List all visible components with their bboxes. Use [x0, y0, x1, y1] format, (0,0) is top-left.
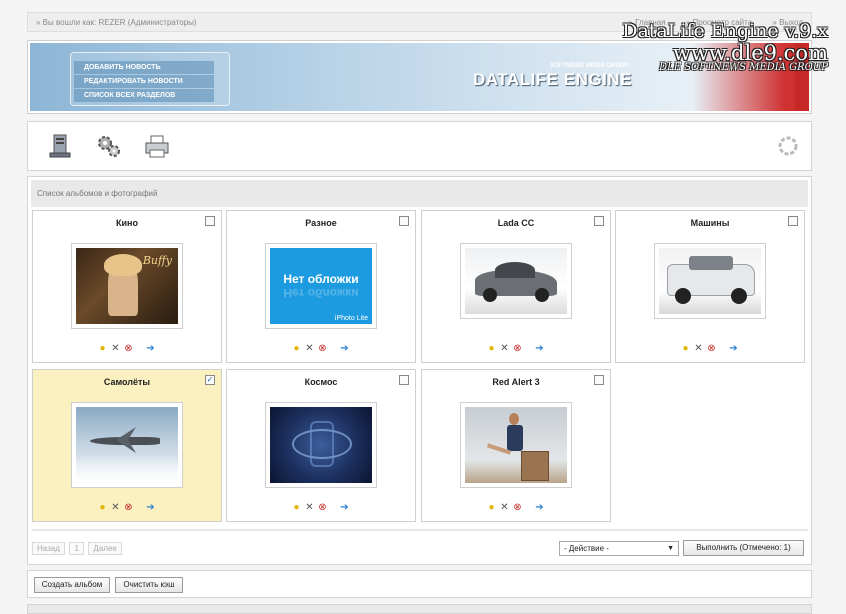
- album-title[interactable]: Кино: [33, 218, 221, 228]
- edit-tools-icon[interactable]: ✕: [499, 502, 510, 513]
- no-cover-caption: iPhoto Lite: [334, 315, 368, 322]
- banner-menu: ДОБАВИТЬ НОВОСТЬ РЕДАКТИРОВАТЬ НОВОСТИ С…: [70, 52, 230, 106]
- edit-tools-icon[interactable]: ✕: [110, 343, 121, 354]
- album-checkbox[interactable]: [399, 375, 409, 385]
- watermark-title: DataLife Engine v.9.x: [622, 20, 828, 42]
- album-checkbox[interactable]: [594, 375, 604, 385]
- delete-icon[interactable]: ⊗: [123, 502, 134, 513]
- delete-icon[interactable]: ⊗: [706, 343, 717, 354]
- album-card[interactable]: Lada CC ● ✕ ⊗ ➔: [421, 210, 611, 363]
- arrow-right-icon[interactable]: ➔: [534, 343, 545, 354]
- delete-icon[interactable]: ⊗: [512, 502, 523, 513]
- lightbulb-icon[interactable]: ●: [97, 502, 108, 513]
- watermark-group: DLE SOFTNEWS MEDIA GROUP: [659, 62, 828, 73]
- action-select-value: - Действие -: [564, 544, 609, 553]
- pager-page[interactable]: 1: [69, 542, 84, 555]
- panel-title: Список альбомов и фотографий: [31, 180, 808, 207]
- album-card[interactable]: Кино Buffy ● ✕ ⊗ ➔: [32, 210, 222, 363]
- settings-gears-icon[interactable]: [95, 132, 123, 160]
- album-checkbox[interactable]: [399, 216, 409, 226]
- toolbar: [27, 121, 812, 171]
- album-checkbox[interactable]: [788, 216, 798, 226]
- album-card[interactable]: Машины ● ✕ ⊗ ➔: [615, 210, 805, 363]
- delete-icon[interactable]: ⊗: [123, 343, 134, 354]
- album-thumbnail[interactable]: Buffy: [71, 243, 183, 329]
- album-actions: ● ✕ ⊗ ➔: [486, 343, 556, 355]
- action-select[interactable]: - Действие - ▼: [559, 541, 679, 556]
- album-actions: ● ✕ ⊗ ➔: [680, 343, 750, 355]
- edit-tools-icon[interactable]: ✕: [304, 502, 315, 513]
- album-title[interactable]: Red Alert 3: [422, 377, 610, 387]
- album-title[interactable]: Самолёты: [33, 377, 221, 387]
- thumb-caption: Buffy: [142, 254, 172, 267]
- execute-button[interactable]: Выполнить (Отмечено: 1): [683, 540, 804, 556]
- album-title[interactable]: Разное: [227, 218, 415, 228]
- chevron-down-icon: ▼: [667, 545, 674, 552]
- lightbulb-icon[interactable]: ●: [97, 343, 108, 354]
- arrow-right-icon[interactable]: ➔: [145, 343, 156, 354]
- album-thumbnail[interactable]: Нет обложки Нет обложки iPhoto Lite: [265, 243, 377, 329]
- clear-cache-button[interactable]: Очистить кэш: [115, 577, 183, 593]
- printer-icon[interactable]: [143, 132, 171, 160]
- arrow-right-icon[interactable]: ➔: [339, 502, 350, 513]
- logo: DATALIFE ENGINE: [473, 70, 632, 89]
- refresh-icon[interactable]: [777, 135, 799, 157]
- footer-strip: [27, 604, 812, 614]
- pagination: Назад 1 Далее: [32, 542, 124, 555]
- album-title[interactable]: Lada CC: [422, 218, 610, 228]
- lightbulb-icon[interactable]: ●: [486, 343, 497, 354]
- album-card[interactable]: Разное Нет обложки Нет обложки iPhoto Li…: [226, 210, 416, 363]
- arrow-right-icon[interactable]: ➔: [728, 343, 739, 354]
- arrow-right-icon[interactable]: ➔: [339, 343, 350, 354]
- watermark: DataLife Engine v.9.x www.dle9.com DLE S…: [622, 20, 828, 73]
- pager-prev[interactable]: Назад: [32, 542, 65, 555]
- delete-icon[interactable]: ⊗: [512, 343, 523, 354]
- edit-tools-icon[interactable]: ✕: [499, 343, 510, 354]
- menu-sections[interactable]: СПИСОК ВСЕХ РАЗДЕЛОВ: [74, 89, 214, 102]
- album-thumbnail[interactable]: [265, 402, 377, 488]
- delete-icon[interactable]: ⊗: [317, 343, 328, 354]
- album-thumbnail[interactable]: [460, 243, 572, 319]
- arrow-right-icon[interactable]: ➔: [145, 502, 156, 513]
- album-actions: ● ✕ ⊗ ➔: [97, 502, 167, 514]
- edit-tools-icon[interactable]: ✕: [304, 343, 315, 354]
- album-title[interactable]: Машины: [616, 218, 804, 228]
- login-status: » Вы вошли как: REZER (Администраторы): [36, 18, 197, 27]
- no-cover-text: Нет обложки: [283, 272, 359, 286]
- pager-next[interactable]: Далее: [88, 542, 122, 555]
- server-icon[interactable]: [46, 132, 74, 160]
- edit-tools-icon[interactable]: ✕: [110, 502, 121, 513]
- album-actions: ● ✕ ⊗ ➔: [291, 502, 361, 514]
- album-card[interactable]: Red Alert 3 ● ✕ ⊗ ➔: [421, 369, 611, 522]
- album-checkbox-checked[interactable]: ✓: [205, 375, 215, 385]
- album-card[interactable]: Космос ● ✕ ⊗ ➔: [226, 369, 416, 522]
- menu-edit-news[interactable]: РЕДАКТИРОВАТЬ НОВОСТИ: [74, 75, 214, 88]
- album-actions: ● ✕ ⊗ ➔: [291, 343, 361, 355]
- create-album-button[interactable]: Создать альбом: [34, 577, 110, 593]
- album-thumbnail[interactable]: [71, 402, 183, 488]
- lightbulb-icon[interactable]: ●: [291, 343, 302, 354]
- lightbulb-icon[interactable]: ●: [680, 343, 691, 354]
- bottom-bar: Создать альбом Очистить кэш: [27, 570, 812, 598]
- album-checkbox[interactable]: [594, 216, 604, 226]
- album-thumbnail[interactable]: [460, 402, 572, 488]
- delete-icon[interactable]: ⊗: [317, 502, 328, 513]
- menu-add-news[interactable]: ДОБАВИТЬ НОВОСТЬ: [74, 61, 214, 74]
- lightbulb-icon[interactable]: ●: [486, 502, 497, 513]
- lightbulb-icon[interactable]: ●: [291, 502, 302, 513]
- divider: [32, 529, 808, 531]
- arrow-right-icon[interactable]: ➔: [534, 502, 545, 513]
- album-title[interactable]: Космос: [227, 377, 415, 387]
- album-actions: ● ✕ ⊗ ➔: [97, 343, 167, 355]
- album-card-selected[interactable]: Самолёты ✓ ● ✕ ⊗ ➔: [32, 369, 222, 522]
- album-checkbox[interactable]: [205, 216, 215, 226]
- logo-subtitle: SOFTNEWS MEDIA GROUP: [550, 63, 629, 69]
- album-thumbnail[interactable]: [654, 243, 766, 319]
- album-actions: ● ✕ ⊗ ➔: [486, 502, 556, 514]
- edit-tools-icon[interactable]: ✕: [693, 343, 704, 354]
